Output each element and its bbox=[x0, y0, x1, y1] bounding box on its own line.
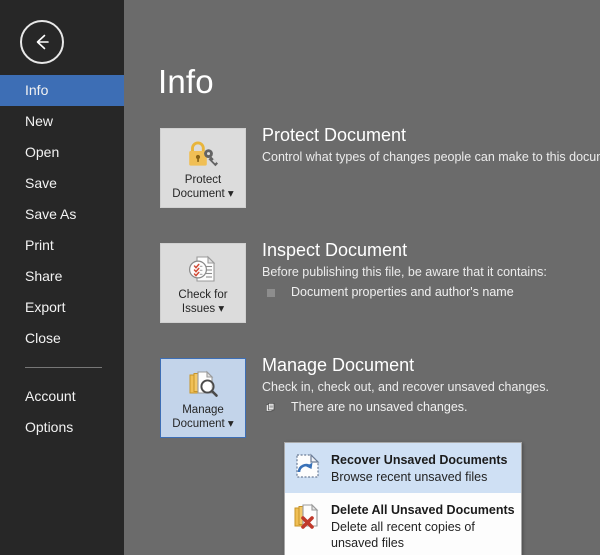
back-button[interactable] bbox=[20, 20, 64, 64]
sidebar-item-print[interactable]: Print bbox=[0, 230, 124, 261]
bullet-text: Document properties and author's name bbox=[291, 284, 514, 301]
sidebar-item-label: Open bbox=[25, 144, 59, 160]
section-subtitle: Before publishing this file, be aware th… bbox=[262, 264, 600, 281]
sidebar-item-label: Export bbox=[25, 299, 65, 315]
sidebar-item-label: Options bbox=[25, 419, 73, 435]
manage-document-body: Manage Document Check in, check out, and… bbox=[262, 354, 600, 416]
document-stack-search-icon bbox=[161, 367, 245, 401]
sidebar-item-account[interactable]: Account bbox=[0, 381, 124, 412]
sidebar-item-label: Share bbox=[25, 268, 62, 284]
menu-item-text: Recover Unsaved Documents Browse recent … bbox=[331, 450, 507, 485]
section-bullets: Document properties and author's name bbox=[262, 284, 600, 301]
menu-item-delete-all-unsaved-documents[interactable]: Delete All Unsaved Documents Delete all … bbox=[285, 493, 521, 555]
sidebar-item-label: Account bbox=[25, 388, 76, 404]
manage-document-button[interactable]: Manage Document ▾ bbox=[160, 358, 246, 438]
button-label-line1: Protect bbox=[185, 174, 221, 186]
sidebar-item-share[interactable]: Share bbox=[0, 261, 124, 292]
dropdown-caret-icon: ▾ bbox=[228, 188, 234, 200]
dropdown-caret-icon: ▾ bbox=[218, 303, 224, 315]
sidebar-item-label: Close bbox=[25, 330, 61, 346]
recover-document-icon bbox=[292, 450, 324, 482]
sidebar-item-label: New bbox=[25, 113, 53, 129]
section-subtitle: Check in, check out, and recover unsaved… bbox=[262, 379, 600, 396]
protect-document-button-label: Protect Document ▾ bbox=[161, 174, 245, 201]
section-title: Manage Document bbox=[262, 354, 600, 376]
document-copies-icon bbox=[266, 403, 275, 412]
sidebar-item-label: Save bbox=[25, 175, 57, 191]
bullet-text: There are no unsaved changes. bbox=[291, 399, 468, 416]
protect-document-body: Protect Document Control what types of c… bbox=[262, 124, 600, 166]
sidebar-item-label: Save As bbox=[25, 206, 76, 222]
sidebar-item-new[interactable]: New bbox=[0, 106, 124, 137]
section-subtitle: Control what types of changes people can… bbox=[262, 149, 600, 166]
section-bullets: There are no unsaved changes. bbox=[262, 399, 600, 416]
sidebar-item-options[interactable]: Options bbox=[0, 412, 124, 443]
sidebar-item-close[interactable]: Close bbox=[0, 323, 124, 354]
menu-item-title: Recover Unsaved Documents bbox=[331, 453, 507, 467]
sidebar-nav: Info New Open Save Save As Print Share E… bbox=[0, 75, 124, 443]
button-label-line1: Check for bbox=[178, 289, 227, 301]
section-title: Inspect Document bbox=[262, 239, 600, 261]
button-label-line2: Document bbox=[172, 418, 224, 430]
page-title: Info bbox=[158, 63, 214, 101]
dropdown-caret-icon: ▾ bbox=[228, 418, 234, 430]
protect-document-button[interactable]: Protect Document ▾ bbox=[160, 128, 246, 208]
sidebar-item-save[interactable]: Save bbox=[0, 168, 124, 199]
bullet-item: There are no unsaved changes. bbox=[262, 399, 600, 416]
menu-item-description: Delete all recent copies of unsaved file… bbox=[331, 519, 481, 551]
bullet-item: Document properties and author's name bbox=[262, 284, 600, 301]
check-for-issues-button-label: Check for Issues ▾ bbox=[161, 289, 245, 316]
sidebar-item-info[interactable]: Info bbox=[0, 75, 124, 106]
sidebar-spacer bbox=[0, 354, 124, 367]
button-label-line2: Issues bbox=[182, 303, 215, 315]
button-label-line1: Manage bbox=[182, 404, 224, 416]
menu-item-text: Delete All Unsaved Documents Delete all … bbox=[331, 500, 515, 551]
sidebar-item-label: Print bbox=[25, 237, 54, 253]
sidebar-item-label: Info bbox=[25, 82, 48, 98]
main-content: Info Protect Document ▾ bbox=[124, 0, 600, 555]
inspect-document-body: Inspect Document Before publishing this … bbox=[262, 239, 600, 301]
sidebar: Info New Open Save Save As Print Share E… bbox=[0, 0, 124, 555]
sidebar-item-export[interactable]: Export bbox=[0, 292, 124, 323]
manage-document-button-label: Manage Document ▾ bbox=[161, 404, 245, 431]
square-bullet-icon bbox=[266, 288, 275, 297]
delete-documents-icon bbox=[292, 500, 324, 532]
menu-item-recover-unsaved-documents[interactable]: Recover Unsaved Documents Browse recent … bbox=[285, 443, 521, 493]
document-inspect-icon bbox=[161, 252, 245, 286]
section-title: Protect Document bbox=[262, 124, 600, 146]
menu-item-title: Delete All Unsaved Documents bbox=[331, 503, 515, 517]
sidebar-item-open[interactable]: Open bbox=[0, 137, 124, 168]
manage-document-dropdown-menu: Recover Unsaved Documents Browse recent … bbox=[284, 442, 522, 555]
check-for-issues-button[interactable]: Check for Issues ▾ bbox=[160, 243, 246, 323]
button-label-line2: Document bbox=[172, 188, 224, 200]
padlock-key-icon bbox=[161, 137, 245, 171]
menu-item-description: Browse recent unsaved files bbox=[331, 469, 507, 485]
sidebar-spacer bbox=[0, 368, 124, 381]
sidebar-item-save-as[interactable]: Save As bbox=[0, 199, 124, 230]
